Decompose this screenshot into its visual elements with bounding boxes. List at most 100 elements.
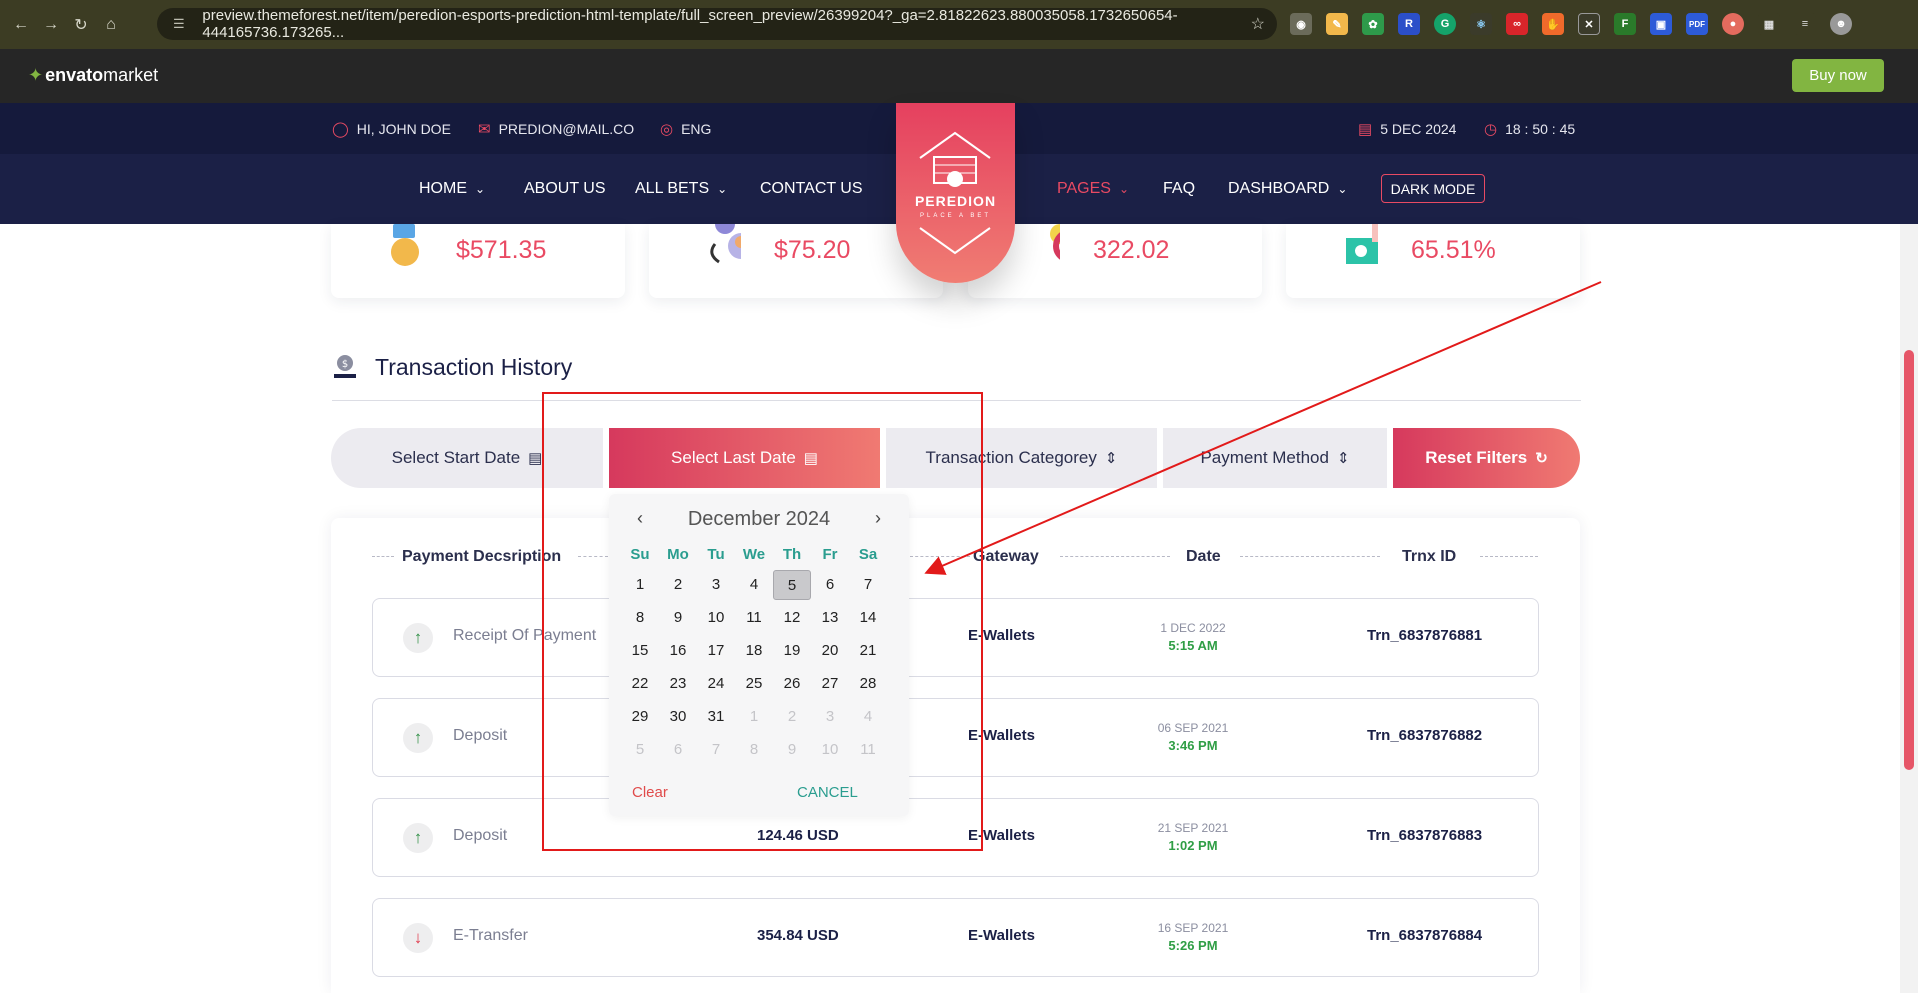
envato-logo[interactable]: ✦ envatomarket: [28, 65, 158, 86]
nav-pages[interactable]: PAGES ⌄: [1057, 154, 1129, 224]
site-logo-badge[interactable]: PEREDION PLACE A BET: [896, 103, 1015, 283]
calendar-day[interactable]: 10: [811, 735, 849, 765]
calendar-day[interactable]: 9: [773, 735, 811, 765]
circle-extension-icon[interactable]: ●: [1722, 13, 1744, 35]
calendar-day[interactable]: 31: [697, 702, 735, 732]
scrollbar-thumb[interactable]: [1904, 350, 1914, 770]
row-description: Deposit: [453, 727, 508, 744]
calendar-day[interactable]: 3: [811, 702, 849, 732]
arrow-down-icon: ↓: [403, 923, 433, 953]
calendar-day[interactable]: 14: [849, 603, 887, 633]
calendar-day[interactable]: 21: [849, 636, 887, 666]
hand-extension-icon[interactable]: ✋: [1542, 13, 1564, 35]
calendar-day[interactable]: 29: [621, 702, 659, 732]
calendar-day[interactable]: 30: [659, 702, 697, 732]
table-row[interactable]: ↑ Receipt Of Payment E-Wallets 1 DEC 202…: [372, 598, 1539, 677]
calendar-day[interactable]: 26: [773, 669, 811, 699]
calendar-day[interactable]: 6: [811, 570, 849, 600]
language-selector[interactable]: ◎ ENG: [660, 103, 711, 154]
calendar-day[interactable]: 1: [735, 702, 773, 732]
profile-avatar[interactable]: ☻: [1830, 13, 1852, 35]
nav-all-bets[interactable]: ALL BETS ⌄: [635, 154, 727, 224]
react-extension-icon[interactable]: ⚛: [1470, 13, 1492, 35]
calendar-day[interactable]: 17: [697, 636, 735, 666]
transaction-category-select[interactable]: Transaction Categorey ⇕: [886, 428, 1157, 488]
select-start-date-button[interactable]: Select Start Date ▤: [331, 428, 603, 488]
table-row[interactable]: ↑ Deposit 124.46 USD E-Wallets 21 SEP 20…: [372, 798, 1539, 877]
window-extension-icon[interactable]: ▣: [1650, 13, 1672, 35]
notes-extension-icon[interactable]: ✎: [1326, 13, 1348, 35]
payment-method-select[interactable]: Payment Method ⇕: [1163, 428, 1387, 488]
calendar-day[interactable]: 19: [773, 636, 811, 666]
calendar-day[interactable]: 20: [811, 636, 849, 666]
selected-day[interactable]: 5: [773, 570, 811, 600]
camera-extension-icon[interactable]: ◉: [1290, 13, 1312, 35]
arrow-up-icon: ↑: [403, 723, 433, 753]
reload-icon[interactable]: ↻: [66, 10, 96, 40]
table-row[interactable]: ↓ E-Transfer 354.84 USD E-Wallets 16 SEP…: [372, 898, 1539, 977]
calendar-day[interactable]: 3: [697, 570, 735, 600]
nav-about[interactable]: ABOUT US: [524, 154, 606, 224]
nav-contact[interactable]: CONTACT US: [760, 154, 863, 224]
calendar-day[interactable]: 28: [849, 669, 887, 699]
calendar-day[interactable]: 1: [621, 570, 659, 600]
calendar-day[interactable]: 27: [811, 669, 849, 699]
calendar-day[interactable]: 4: [735, 570, 773, 600]
infinity-extension-icon[interactable]: ∞: [1506, 13, 1528, 35]
calendar-day[interactable]: 7: [849, 570, 887, 600]
calendar-day[interactable]: 22: [621, 669, 659, 699]
address-bar[interactable]: ☰ preview.themeforest.net/item/peredion-…: [157, 7, 1277, 41]
calendar-day[interactable]: 8: [621, 603, 659, 633]
calendar-day[interactable]: 2: [659, 570, 697, 600]
leaf-extension-icon[interactable]: ✿: [1362, 13, 1384, 35]
sort-icon: ⇕: [1104, 450, 1118, 467]
row-gateway: E-Wallets: [968, 827, 1035, 844]
forward-icon[interactable]: →: [36, 10, 66, 40]
calendar-day[interactable]: 4: [849, 702, 887, 732]
next-month-button[interactable]: ›: [875, 508, 881, 529]
site-info-icon[interactable]: ☰: [173, 16, 188, 32]
date-text: 5 DEC 2024: [1380, 120, 1457, 137]
calendar-day[interactable]: 13: [811, 603, 849, 633]
calendar-day[interactable]: 9: [659, 603, 697, 633]
dark-mode-toggle[interactable]: DARK MODE: [1381, 174, 1485, 203]
column-header-gateway: Gateway: [973, 548, 1039, 565]
calendar-day[interactable]: 5: [621, 735, 659, 765]
calendar-day[interactable]: 11: [735, 603, 773, 633]
nav-home[interactable]: HOME ⌄: [419, 154, 485, 224]
puzzle-extension-icon[interactable]: ▦: [1758, 13, 1780, 35]
calendar-day[interactable]: 23: [659, 669, 697, 699]
r-extension-icon[interactable]: R: [1398, 13, 1420, 35]
back-icon[interactable]: ←: [6, 10, 36, 40]
email-link[interactable]: ✉ PREDION@MAIL.CO: [478, 103, 634, 154]
x-extension-icon[interactable]: ✕: [1578, 13, 1600, 35]
calendar-day[interactable]: 25: [735, 669, 773, 699]
calendar-day[interactable]: 12: [773, 603, 811, 633]
f-extension-icon[interactable]: F: [1614, 13, 1636, 35]
pdf-extension-icon[interactable]: PDF: [1686, 13, 1708, 35]
home-icon[interactable]: ⌂: [96, 10, 126, 40]
bookmark-star-icon[interactable]: ☆: [1251, 14, 1265, 34]
table-row[interactable]: ↑ Deposit E-Wallets 06 SEP 2021 3:46 PM T…: [372, 698, 1539, 777]
reading-list-icon[interactable]: ≡: [1794, 13, 1816, 35]
calendar-day[interactable]: 24: [697, 669, 735, 699]
cancel-date-button[interactable]: CANCEL: [797, 784, 858, 801]
calendar-day[interactable]: 18: [735, 636, 773, 666]
calendar-day[interactable]: 2: [773, 702, 811, 732]
calendar-day[interactable]: 6: [659, 735, 697, 765]
calendar-day[interactable]: 15: [621, 636, 659, 666]
reset-filters-button[interactable]: Reset Filters ↻: [1393, 428, 1580, 488]
nav-dashboard[interactable]: DASHBOARD ⌄: [1228, 154, 1347, 224]
clear-date-button[interactable]: Clear: [632, 784, 668, 801]
nav-faq[interactable]: FAQ: [1163, 154, 1195, 224]
calendar-day[interactable]: 16: [659, 636, 697, 666]
calendar-day[interactable]: 11: [849, 735, 887, 765]
page-scrollbar[interactable]: [1900, 224, 1918, 993]
user-greeting[interactable]: ◯ HI, JOHN DOE: [332, 103, 451, 154]
buy-now-button[interactable]: Buy now: [1792, 59, 1884, 92]
calendar-day[interactable]: 10: [697, 603, 735, 633]
select-last-date-button[interactable]: Select Last Date ▤: [609, 428, 880, 488]
calendar-day[interactable]: 7: [697, 735, 735, 765]
calendar-day[interactable]: 8: [735, 735, 773, 765]
grammarly-extension-icon[interactable]: G: [1434, 13, 1456, 35]
